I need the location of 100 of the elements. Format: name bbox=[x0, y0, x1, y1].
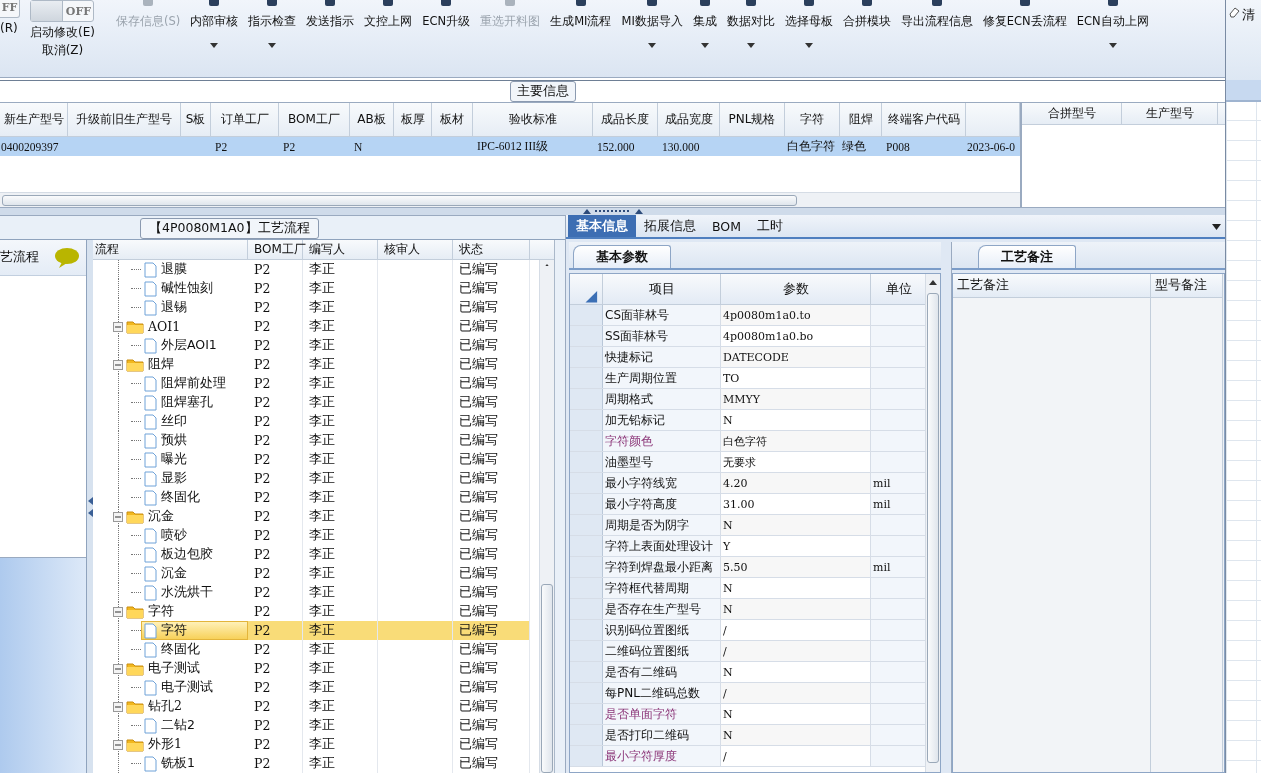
row-header[interactable] bbox=[570, 347, 603, 367]
toolbar-button[interactable]: 导出流程信息 bbox=[895, 0, 978, 58]
dropdown-caret-icon[interactable] bbox=[648, 43, 657, 48]
row-header[interactable] bbox=[570, 662, 603, 682]
collapse-icon[interactable] bbox=[113, 359, 123, 370]
dropdown-caret-icon[interactable] bbox=[804, 43, 813, 48]
eraser-icon[interactable] bbox=[1228, 6, 1240, 18]
row-header[interactable] bbox=[570, 431, 603, 451]
tree-node[interactable]: 退锡 bbox=[141, 298, 248, 317]
column-header[interactable]: 状态 bbox=[453, 240, 530, 259]
collapse-icon[interactable] bbox=[113, 663, 123, 674]
column-header[interactable]: S板 bbox=[181, 103, 211, 136]
tree-node[interactable]: 预烘 bbox=[141, 431, 248, 450]
row-header[interactable] bbox=[570, 326, 603, 346]
tree-node[interactable]: 字符 bbox=[123, 602, 248, 621]
column-header[interactable]: 成品宽度 bbox=[658, 103, 720, 136]
tree-node[interactable]: 二钻2 bbox=[141, 716, 248, 735]
toolbar-button[interactable]: 选择母板 bbox=[779, 0, 838, 58]
row-header[interactable] bbox=[570, 578, 603, 598]
tree-node[interactable]: 字符 bbox=[141, 621, 248, 640]
horizontal-scrollbar[interactable] bbox=[0, 192, 1020, 207]
row-header[interactable] bbox=[570, 599, 603, 619]
column-header[interactable]: 升级前旧生产型号 bbox=[68, 103, 181, 136]
tree-node[interactable]: 沉金 bbox=[123, 507, 248, 526]
toolbar-button[interactable]: 文控上网 bbox=[359, 0, 418, 58]
toggle-switch[interactable]: OFF bbox=[30, 0, 95, 22]
row-header[interactable] bbox=[570, 704, 603, 724]
column-header[interactable]: 板材 bbox=[432, 103, 473, 136]
row-header[interactable] bbox=[570, 515, 603, 535]
column-header[interactable]: AB板 bbox=[350, 103, 394, 136]
splitter-handle[interactable] bbox=[87, 240, 93, 773]
column-header[interactable]: 型号备注 bbox=[1151, 274, 1222, 298]
tree-node[interactable]: 电子测试 bbox=[123, 659, 248, 678]
row-header[interactable] bbox=[570, 557, 603, 577]
row-header[interactable] bbox=[570, 746, 603, 766]
row-header[interactable] bbox=[570, 305, 603, 325]
tab[interactable]: 基本信息 bbox=[568, 215, 636, 237]
tab[interactable]: 工时 bbox=[749, 215, 791, 237]
row-header[interactable] bbox=[570, 494, 603, 514]
toolbar-button[interactable]: 集成 bbox=[687, 0, 722, 58]
dropdown-caret-icon[interactable] bbox=[210, 43, 219, 48]
column-header[interactable]: PNL规格 bbox=[720, 103, 785, 136]
column-header[interactable]: 合拼型号 bbox=[1022, 103, 1122, 124]
toolbar-button[interactable]: 生成MI流程 bbox=[545, 0, 617, 58]
column-header[interactable]: 板厚 bbox=[394, 103, 432, 136]
collapse-icon[interactable] bbox=[113, 606, 123, 617]
tree-node[interactable]: 曝光 bbox=[141, 450, 248, 469]
column-header[interactable]: 核审人 bbox=[378, 240, 453, 259]
dropdown-caret-icon[interactable] bbox=[700, 43, 709, 48]
column-header[interactable]: 阻焊 bbox=[840, 103, 882, 136]
dropdown-caret-icon[interactable] bbox=[268, 43, 277, 48]
tree-node[interactable]: 水洗烘干 bbox=[141, 583, 248, 602]
toolbar-button[interactable]: 数据对比 bbox=[721, 0, 780, 58]
tree-node[interactable]: 外层AOI1 bbox=[141, 336, 248, 355]
tree-node[interactable]: 阻焊塞孔 bbox=[141, 393, 248, 412]
collapse-icon[interactable] bbox=[113, 511, 123, 522]
tree-node[interactable]: 板边包胶 bbox=[141, 545, 248, 564]
tab[interactable]: BOM bbox=[704, 215, 749, 237]
vertical-scrollbar[interactable] bbox=[539, 260, 554, 773]
toolbar-button[interactable]: 修复ECN丢流程 bbox=[977, 0, 1072, 58]
tree-node[interactable]: 沉金 bbox=[141, 564, 248, 583]
column-header[interactable]: 参数 bbox=[721, 274, 871, 304]
dropdown-caret-icon[interactable] bbox=[746, 43, 755, 48]
vertical-scrollbar[interactable] bbox=[925, 274, 940, 772]
tree-node[interactable]: 阻焊 bbox=[123, 355, 248, 374]
tab[interactable]: 工艺备注 bbox=[978, 245, 1076, 268]
column-header[interactable]: 工艺备注 bbox=[953, 274, 1150, 298]
tree-node[interactable]: 退膜 bbox=[141, 260, 248, 279]
collapse-icon[interactable] bbox=[113, 701, 123, 712]
row-header[interactable] bbox=[570, 452, 603, 472]
row-header[interactable] bbox=[570, 536, 603, 556]
tree-node[interactable]: 丝印 bbox=[141, 412, 248, 431]
row-header[interactable] bbox=[570, 473, 603, 493]
tree-node[interactable]: AOI1 bbox=[123, 317, 248, 336]
column-header[interactable]: 成品长度 bbox=[593, 103, 658, 136]
tree-node[interactable]: 铣板1 bbox=[141, 754, 248, 773]
splitter-handle[interactable] bbox=[0, 207, 1225, 215]
tree-node[interactable]: 外形1 bbox=[123, 735, 248, 754]
column-header[interactable]: BOM工厂 bbox=[279, 103, 350, 136]
row-header[interactable] bbox=[570, 683, 603, 703]
column-header[interactable]: 订单工厂 bbox=[211, 103, 279, 136]
column-header[interactable]: 终端客户代码 bbox=[882, 103, 966, 136]
row-header[interactable] bbox=[570, 410, 603, 430]
toolbar-button[interactable]: 指示检查 bbox=[243, 0, 302, 58]
tab[interactable]: 拓展信息 bbox=[636, 215, 704, 237]
toolbar-button[interactable]: ECN升级 bbox=[417, 0, 476, 58]
column-header[interactable]: 新生产型号 bbox=[0, 103, 68, 136]
column-header[interactable]: 流程 bbox=[93, 240, 248, 259]
toolbar-button[interactable]: 内部审核 bbox=[185, 0, 244, 58]
toolbar-button[interactable]: 发送指示 bbox=[301, 0, 360, 58]
tree-node[interactable]: 电子测试 bbox=[141, 678, 248, 697]
toolbar-button[interactable]: ECN自动上网 bbox=[1071, 0, 1154, 58]
column-header[interactable]: 生产型号 bbox=[1122, 103, 1218, 124]
tree-node[interactable]: 碱性蚀刻 bbox=[141, 279, 248, 298]
dropdown-caret-icon[interactable] bbox=[1212, 224, 1221, 230]
row-header[interactable] bbox=[570, 725, 603, 745]
tree-node[interactable]: 终固化 bbox=[141, 488, 248, 507]
sidebar-item[interactable]: 艺流程 bbox=[0, 240, 86, 276]
toggle-switch[interactable]: FF bbox=[0, 0, 20, 18]
column-header[interactable]: 字符 bbox=[785, 103, 840, 136]
